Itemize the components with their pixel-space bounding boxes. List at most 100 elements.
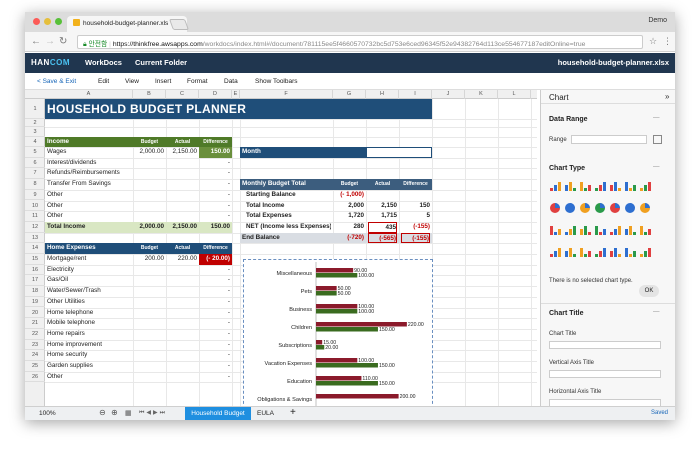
row-header[interactable]: 11 <box>25 211 45 222</box>
chart-type-option-icon[interactable] <box>609 246 621 258</box>
row-header[interactable]: 7 <box>25 168 45 180</box>
chart-type-option-icon[interactable] <box>639 246 651 258</box>
chart-type-option-icon[interactable] <box>594 202 606 214</box>
menu-format[interactable]: Format <box>187 78 208 85</box>
row-header[interactable]: 18 <box>25 286 45 297</box>
row-header[interactable]: 19 <box>25 297 45 308</box>
chart-type-option-icon[interactable] <box>564 224 576 236</box>
chart-type-option-icon[interactable] <box>639 224 651 236</box>
row-header[interactable]: 13 <box>25 233 45 244</box>
column-header-a[interactable]: A <box>45 90 133 99</box>
chart-type-option-icon[interactable] <box>624 246 636 258</box>
column-header-j[interactable]: J <box>432 90 465 99</box>
hancom-logo[interactable]: HANCOM <box>31 58 70 67</box>
browser-menu-icon[interactable]: ⋮ <box>663 36 672 47</box>
menu-edit[interactable]: Edit <box>98 78 109 85</box>
row-header[interactable]: 10 <box>25 201 45 212</box>
chart-type-option-icon[interactable] <box>594 224 606 236</box>
row-header[interactable]: 14 <box>25 243 45 254</box>
chart-type-option-icon[interactable] <box>549 180 561 192</box>
horizontal-axis-title-input[interactable] <box>549 399 661 406</box>
row-header[interactable]: 20 <box>25 308 45 319</box>
chart-type-option-icon[interactable] <box>564 246 576 258</box>
sheet-tab-eula[interactable]: EULA <box>257 410 274 417</box>
row-header[interactable]: 24 <box>25 350 45 361</box>
zoom-out-icon[interactable]: ⊖ <box>99 408 106 417</box>
row-header[interactable]: 15 <box>25 254 45 265</box>
embedded-bar-chart[interactable]: Miscellaneous 90.00 100.00 Pets 50.00 50.00 Bu… <box>243 259 433 406</box>
column-header-d[interactable]: D <box>199 90 232 99</box>
zoom-in-icon[interactable]: ⊕ <box>111 408 118 417</box>
reload-icon[interactable]: ↻ <box>59 36 67 47</box>
grid-view-icon[interactable]: ▦ <box>125 409 132 417</box>
column-header-f[interactable]: F <box>240 90 333 99</box>
chart-type-option-icon[interactable] <box>609 224 621 236</box>
chart-type-option-icon[interactable] <box>579 202 591 214</box>
data-range-collapse-icon[interactable]: — <box>653 114 660 121</box>
chart-type-option-icon[interactable] <box>639 202 651 214</box>
sheet-tab-household-budget[interactable]: Household Budget <box>185 407 251 420</box>
profile-name[interactable]: Demo <box>648 17 667 24</box>
ok-button[interactable]: OK <box>639 285 659 297</box>
chart-title-input[interactable] <box>549 341 661 349</box>
column-header-h[interactable]: H <box>366 90 399 99</box>
menu-view[interactable]: View <box>125 78 139 85</box>
chart-type-option-icon[interactable] <box>624 202 636 214</box>
chart-type-option-icon[interactable] <box>594 180 606 192</box>
row-header[interactable]: 22 <box>25 329 45 340</box>
range-select-icon[interactable] <box>653 135 662 144</box>
chart-type-option-icon[interactable] <box>624 224 636 236</box>
collapse-sidebar-icon[interactable]: » <box>665 92 669 101</box>
menu-insert[interactable]: Insert <box>155 78 171 85</box>
row-header[interactable]: 17 <box>25 275 45 287</box>
chart-type-option-icon[interactable] <box>639 180 651 192</box>
chart-type-option-icon[interactable] <box>549 224 561 236</box>
workdocs-link[interactable]: WorkDocs <box>85 58 122 67</box>
chart-type-option-icon[interactable] <box>609 202 621 214</box>
sheet-navigation-icon[interactable]: ⏮◀▶⏭ <box>139 409 167 417</box>
column-header-g[interactable]: G <box>333 90 366 99</box>
chart-type-option-icon[interactable] <box>564 180 576 192</box>
chart-type-collapse-icon[interactable]: — <box>653 163 660 170</box>
chart-type-option-icon[interactable] <box>609 180 621 192</box>
row-header[interactable]: 12 <box>25 222 45 233</box>
back-arrow-icon[interactable]: ← <box>31 36 41 47</box>
spreadsheet-grid[interactable]: ABCDEFGHIJKL 1 2 3 4 5 6 7 8 9 10 11 12 13 14 15 16 17 18… <box>25 90 537 406</box>
vertical-axis-title-input[interactable] <box>549 370 661 378</box>
close-window-icon[interactable] <box>33 18 40 25</box>
current-folder-link[interactable]: Current Folder <box>135 58 187 67</box>
column-header-i[interactable]: I <box>399 90 432 99</box>
row-header[interactable]: 2 <box>25 119 45 127</box>
row-header[interactable]: 3 <box>25 127 45 137</box>
chart-type-option-icon[interactable] <box>549 246 561 258</box>
forward-arrow-icon[interactable]: → <box>45 36 55 47</box>
row-header[interactable]: 5 <box>25 147 45 158</box>
chart-type-option-icon[interactable] <box>594 246 606 258</box>
row-header[interactable]: 4 <box>25 137 45 147</box>
chart-type-option-icon[interactable] <box>624 180 636 192</box>
column-header-b[interactable]: B <box>133 90 166 99</box>
zoom-level[interactable]: 100% <box>39 410 56 417</box>
row-header[interactable]: 9 <box>25 190 45 201</box>
row-header[interactable]: 1 <box>25 99 45 119</box>
range-input[interactable] <box>571 135 647 144</box>
column-header-k[interactable]: K <box>465 90 498 99</box>
row-header[interactable]: 26 <box>25 372 45 383</box>
row-header[interactable]: 21 <box>25 318 45 329</box>
save-exit-button[interactable]: < Save & Exit <box>37 78 76 85</box>
chart-type-option-icon[interactable] <box>579 224 591 236</box>
add-sheet-button[interactable]: + <box>290 407 296 418</box>
month-input[interactable] <box>366 147 432 158</box>
row-header[interactable]: 6 <box>25 158 45 169</box>
maximize-window-icon[interactable] <box>55 18 62 25</box>
minimize-window-icon[interactable] <box>44 18 51 25</box>
row-header[interactable]: 23 <box>25 340 45 351</box>
url-bar[interactable]: 🔒︎ 안전함 | https://thinkfree.awsapps.com/w… <box>77 35 643 49</box>
menu-show-toolbars[interactable]: Show Toolbars <box>255 78 298 85</box>
chart-type-option-icon[interactable] <box>564 202 576 214</box>
bookmark-star-icon[interactable]: ☆ <box>649 36 657 47</box>
menu-data[interactable]: Data <box>224 78 238 85</box>
column-header-l[interactable]: L <box>498 90 531 99</box>
chart-type-option-icon[interactable] <box>579 180 591 192</box>
column-header-e[interactable]: E <box>232 90 240 99</box>
